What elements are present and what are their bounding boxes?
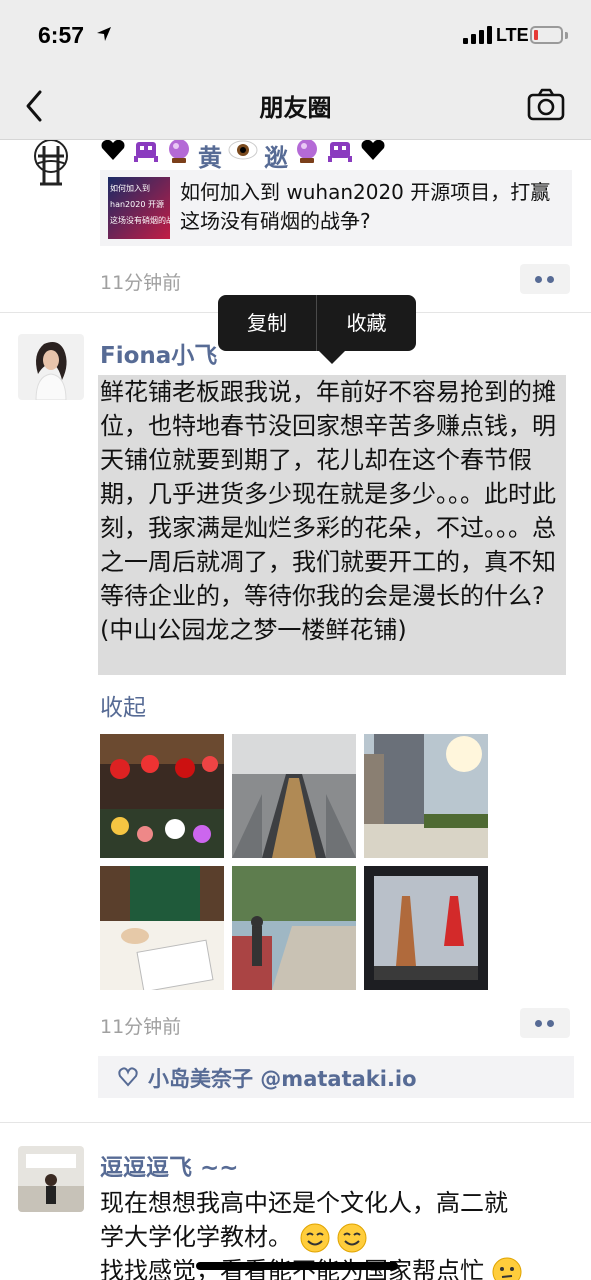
location-arrow-icon — [97, 27, 111, 41]
text-context-menu: 复制 收藏 — [218, 295, 416, 351]
profile-photo — [18, 334, 84, 400]
page-title: 朋友圈 — [259, 94, 332, 122]
shared-link-card[interactable]: 如何加入到 han2020 开源 这场没有硝烟的战 如何加入到 wuhan202… — [100, 170, 572, 246]
thinking-face-icon — [492, 1257, 522, 1280]
post-author-name[interactable]: Fiona小飞 — [100, 336, 217, 370]
link-thumbnail: 如何加入到 han2020 开源 这场没有硝烟的战 — [108, 177, 170, 239]
likes-list[interactable]: 小岛美奈子 @matataki.io — [148, 1063, 417, 1093]
copy-button[interactable]: 复制 — [218, 295, 316, 351]
crystal-ball-icon — [297, 140, 317, 163]
post-item: 黄 逖 如何加入到 han2020 开源 这场没有硝烟的战 如何加入到 wuha… — [0, 140, 591, 312]
username-fragment-2: 逖 — [264, 144, 288, 172]
monogram-logo-icon — [34, 140, 68, 186]
profile-photo — [18, 1146, 84, 1212]
avatar[interactable] — [18, 140, 84, 200]
post-time: 11分钟前 — [100, 272, 182, 294]
smiling-face-icon — [337, 1223, 367, 1253]
post-text[interactable]: 鲜花铺老板跟我说，年前好不容易抢到的摊位，也特地春节没回家想辛苦多赚点钱，明天铺… — [100, 375, 566, 647]
top-bar: 6:57 LTE 朋友圈 — [0, 0, 591, 140]
menu-pointer — [319, 351, 345, 364]
username-fragment: 黄 — [198, 144, 222, 172]
status-time: 6:57 — [38, 22, 85, 48]
collapse-link[interactable]: 收起 — [100, 688, 146, 722]
username-emoji-row[interactable]: 黄 逖 — [100, 140, 386, 172]
signal-icon — [463, 26, 493, 44]
post-photo[interactable] — [232, 734, 356, 858]
black-heart-icon — [101, 140, 125, 160]
smiling-face-icon — [300, 1223, 330, 1253]
likes-box: 小岛美奈子 @matataki.io — [98, 1056, 574, 1098]
post-text-line[interactable]: 现在想想我高中还是个文化人，高二就 — [100, 1186, 566, 1220]
eye-icon — [228, 140, 258, 160]
avatar[interactable] — [18, 334, 84, 400]
thumb-line: 这场没有硝烟的战 — [110, 216, 170, 225]
black-heart-icon — [361, 140, 385, 160]
alien-monster-icon — [328, 142, 352, 162]
post-photo[interactable] — [232, 866, 356, 990]
link-title: 如何加入到 wuhan2020 开源项目，打赢这场没有硝烟的战争? — [180, 180, 551, 233]
thumb-line: han2020 开源 — [110, 200, 164, 209]
post-photo[interactable] — [100, 866, 224, 990]
camera-icon[interactable] — [527, 88, 565, 122]
more-actions-button[interactable] — [520, 264, 570, 294]
favorite-button[interactable]: 收藏 — [317, 295, 416, 351]
heart-outline-icon — [118, 1067, 138, 1087]
back-button[interactable] — [22, 88, 50, 124]
battery-icon — [530, 26, 563, 44]
thumb-line: 如何加入到 — [110, 184, 150, 193]
post-time: 11分钟前 — [100, 1016, 182, 1038]
battery-cap — [565, 32, 568, 39]
status-bar: 6:57 LTE — [0, 0, 591, 70]
alien-monster-icon — [134, 142, 158, 162]
post-text-fragment: 学大学化学教材。 — [100, 1223, 292, 1251]
post-photo[interactable] — [100, 734, 224, 858]
post-author-name[interactable]: 逗逗逗飞 ~~ — [100, 1148, 239, 1182]
post-photo[interactable] — [364, 734, 488, 858]
home-indicator[interactable] — [196, 1262, 398, 1270]
post-text-line[interactable]: 学大学化学教材。 — [100, 1220, 566, 1254]
crystal-ball-icon — [169, 140, 189, 163]
post-item: 逗逗逗飞 ~~ 现在想想我高中还是个文化人，高二就 学大学化学教材。 找找感觉，… — [0, 1122, 591, 1280]
post-photo[interactable] — [364, 866, 488, 990]
more-actions-button[interactable] — [520, 1008, 570, 1038]
network-type: LTE — [496, 25, 529, 45]
avatar[interactable] — [18, 1146, 84, 1212]
